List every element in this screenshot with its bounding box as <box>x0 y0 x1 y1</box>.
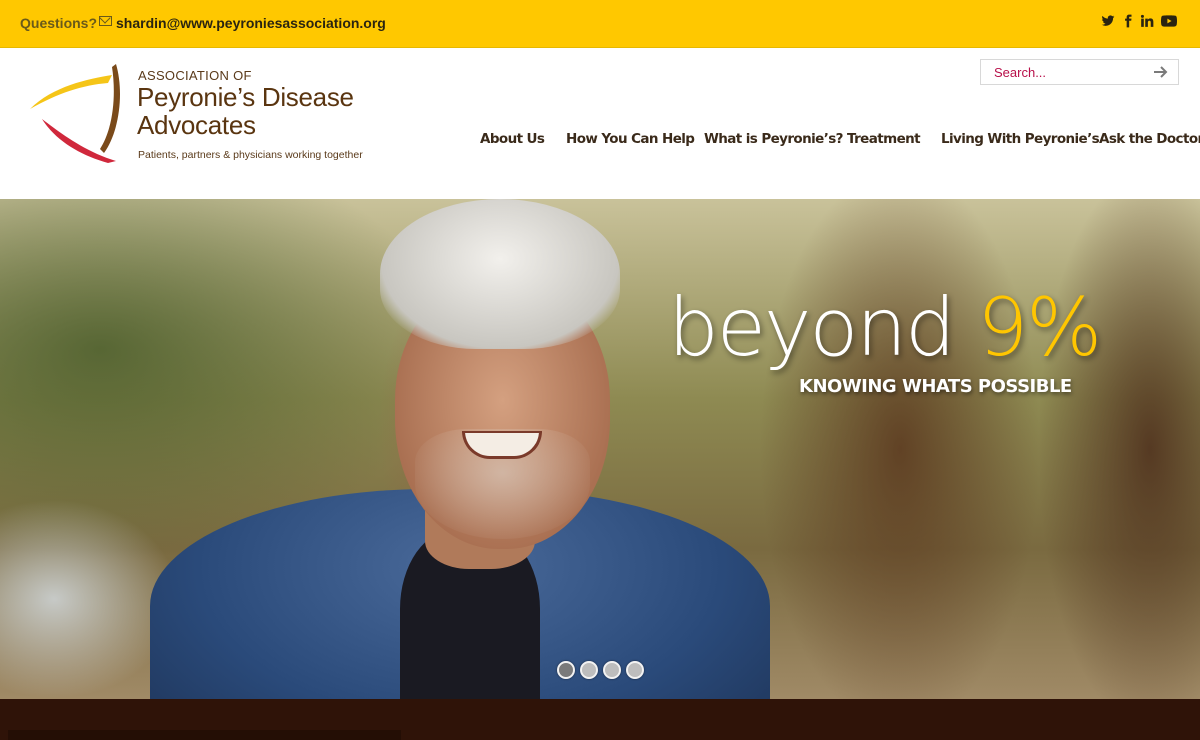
content-panel-edge <box>8 730 401 740</box>
logo-mark-icon[interactable] <box>28 61 128 166</box>
hero-man-hair <box>380 199 620 349</box>
content-section-band <box>0 699 1200 740</box>
logo-line-3: Advocates <box>137 110 256 140</box>
logo-line-2: Peyronie’s Disease <box>137 82 354 112</box>
logo-tagline: Patients, partners & physicians working … <box>138 149 363 161</box>
arrow-right-icon[interactable] <box>1152 63 1170 81</box>
envelope-icon <box>99 16 112 26</box>
questions-label: Questions? <box>20 15 98 31</box>
contact-email-link[interactable]: shardin@www.peyroniesassociation.org <box>116 15 386 31</box>
hero-headline-word: beyond <box>668 281 956 374</box>
hero-slider[interactable] <box>0 199 1200 699</box>
hero-subheadline: KNOWING WHATS POSSIBLE <box>799 376 1072 397</box>
nav-how-you-can-help[interactable]: How You Can Help <box>566 131 695 151</box>
nav-living-with-peyronies[interactable]: Living With Peyronie’s <box>941 131 1100 151</box>
site-header: ASSOCIATION OF Peyronie’s Disease Advoca… <box>0 49 1200 199</box>
twitter-icon[interactable] <box>1100 14 1116 30</box>
slide-dot-3[interactable] <box>603 661 621 679</box>
hero-headline-accent: 9% <box>977 281 1102 374</box>
nav-treatment[interactable]: Treatment <box>847 131 921 151</box>
search-input[interactable] <box>981 60 1146 84</box>
nav-ask-the-doctor[interactable]: Ask the Doctor <box>1099 131 1200 151</box>
facebook-icon[interactable] <box>1120 14 1136 30</box>
slide-dot-4[interactable] <box>626 661 644 679</box>
slide-dot-2[interactable] <box>580 661 598 679</box>
nav-what-is-peyronies[interactable]: What is Peyronie’s? <box>704 131 844 151</box>
slide-dot-1[interactable] <box>557 661 575 679</box>
hero-headline: beyond 9% <box>668 280 1102 376</box>
nav-about-us[interactable]: About Us <box>480 131 545 151</box>
search-box <box>980 59 1179 85</box>
youtube-icon[interactable] <box>1160 14 1178 30</box>
linkedin-icon[interactable] <box>1139 14 1155 30</box>
logo-line-1: ASSOCIATION OF <box>138 68 252 83</box>
top-bar: Questions? shardin@www.peyroniesassociat… <box>0 0 1200 48</box>
